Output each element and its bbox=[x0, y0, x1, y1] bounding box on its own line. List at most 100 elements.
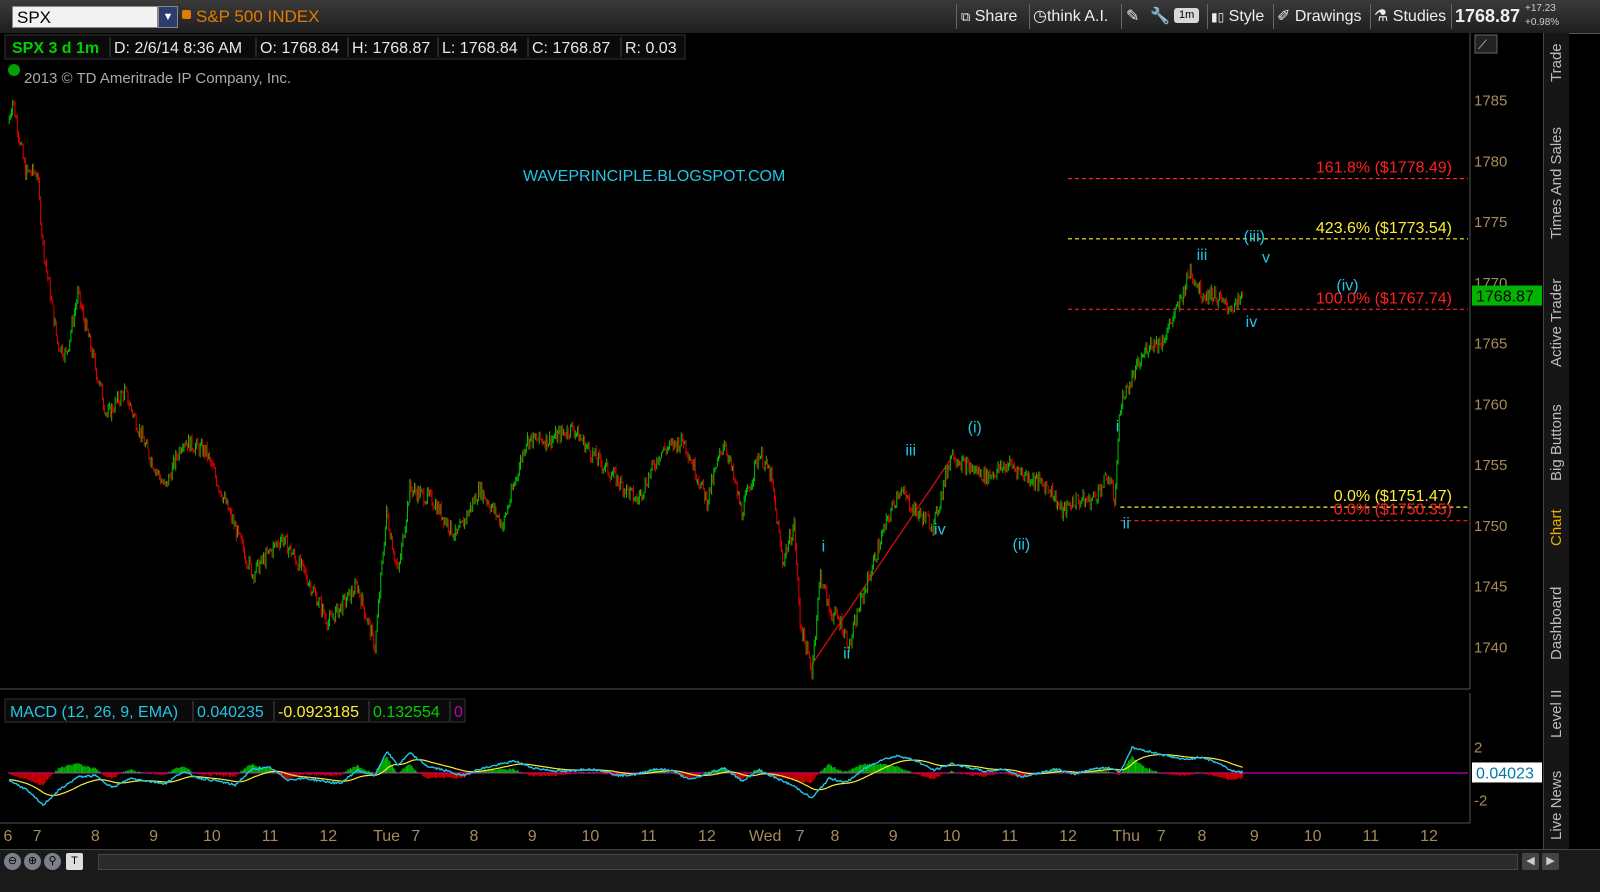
zoom-in-icon[interactable]: ⊕ bbox=[24, 853, 41, 870]
x-tick-label: 9 bbox=[149, 828, 158, 845]
draw-tool-icon: ✎ bbox=[1126, 8, 1140, 25]
divider bbox=[1207, 4, 1208, 29]
x-tick-label: 9 bbox=[1250, 828, 1259, 845]
copyright-text: 2013 © TD Ameritrade IP Company, Inc. bbox=[24, 70, 291, 87]
last-price-badge-label: 1768.87 bbox=[1476, 289, 1534, 306]
wrench-button[interactable]: 🔧 bbox=[1150, 5, 1170, 28]
top-toolbar: SPX ▼ S&P 500 INDEX ⧉ Share ◷think A.I. … bbox=[0, 0, 1600, 34]
wave-label: i bbox=[822, 539, 826, 556]
pencil-icon: ✐ bbox=[1277, 8, 1291, 25]
y-tick-label: 1755 bbox=[1474, 457, 1507, 474]
macd-zero: 0 bbox=[454, 704, 463, 721]
text-tool-icon[interactable]: T bbox=[66, 853, 83, 870]
time-scrollbar[interactable] bbox=[98, 854, 1518, 870]
think-ai-button[interactable]: ◷think A.I. bbox=[1033, 5, 1108, 28]
x-tick-label: 10 bbox=[582, 828, 600, 845]
candle-icon: ▮▯ bbox=[1211, 10, 1225, 24]
x-tick-label: Tue bbox=[373, 828, 400, 845]
macd-y-tick-label: 2 bbox=[1474, 739, 1482, 756]
chart-range: R: 0.03 bbox=[625, 40, 677, 57]
y-tick-label: 1745 bbox=[1474, 579, 1507, 596]
x-tick-label: Thu bbox=[1112, 828, 1140, 845]
drawings-button[interactable]: ✐ Drawings bbox=[1277, 5, 1362, 28]
tab-active-trader[interactable]: Active Trader bbox=[1544, 265, 1569, 380]
y-tick-label: 1765 bbox=[1474, 336, 1507, 353]
drawings-label: Drawings bbox=[1294, 8, 1362, 25]
x-tick-label: 7 bbox=[1157, 828, 1166, 845]
wave-label: (ii) bbox=[1012, 536, 1030, 553]
y-tick-label: 1760 bbox=[1474, 396, 1507, 413]
studies-button[interactable]: ⚗ Studies bbox=[1374, 5, 1446, 28]
tab-level-ii[interactable]: Level II bbox=[1544, 683, 1569, 745]
tab-live-news[interactable]: Live News bbox=[1544, 761, 1569, 849]
chevron-down-icon: ▼ bbox=[162, 11, 174, 23]
macd-y-tick-label: -2 bbox=[1474, 793, 1487, 810]
x-tick-label: Wed bbox=[749, 828, 782, 845]
tab-trade[interactable]: Trade bbox=[1544, 33, 1569, 93]
chart-settings-icon: ⟋ bbox=[1478, 38, 1488, 53]
x-tick-label: 11 bbox=[262, 828, 279, 845]
macd-value-badge-label: 0.04023 bbox=[1476, 765, 1534, 782]
y-tick-label: 1740 bbox=[1474, 640, 1507, 657]
scroll-left-icon[interactable]: ◀ bbox=[1522, 853, 1539, 870]
scroll-right-icon[interactable]: ▶ bbox=[1542, 853, 1559, 870]
y-tick-label: 1750 bbox=[1474, 518, 1507, 535]
interval-button[interactable]: 1m bbox=[1174, 8, 1200, 23]
y-tick-label: 1775 bbox=[1474, 214, 1507, 231]
macd-diff: 0.132554 bbox=[373, 704, 440, 721]
symbol-input[interactable]: SPX bbox=[12, 6, 158, 28]
x-tick-label: 12 bbox=[1420, 828, 1438, 845]
style-label: Style bbox=[1228, 8, 1265, 25]
wave-label: (iv) bbox=[1336, 277, 1358, 294]
x-tick-label: 10 bbox=[943, 828, 961, 845]
side-tab-bar: Trade Times And Sales Active Trader Big … bbox=[1543, 33, 1569, 849]
y-tick-label: 1780 bbox=[1474, 153, 1507, 170]
x-tick-label: 6 bbox=[4, 828, 13, 845]
share-label: Share bbox=[974, 8, 1018, 25]
wave-label: (i) bbox=[968, 420, 982, 437]
x-tick-label: 8 bbox=[469, 828, 478, 845]
style-button[interactable]: ▮▯ Style bbox=[1211, 5, 1264, 28]
chart-open: O: 1768.84 bbox=[260, 40, 339, 57]
divider bbox=[1370, 4, 1371, 29]
x-tick-label: 11 bbox=[1363, 828, 1380, 845]
divider bbox=[1121, 4, 1122, 29]
macd-avg: -0.0923185 bbox=[278, 704, 359, 721]
x-tick-label: 7 bbox=[411, 828, 420, 845]
x-tick-label: 8 bbox=[1197, 828, 1206, 845]
tab-times-and-sales[interactable]: Times And Sales bbox=[1544, 113, 1569, 253]
symbol-dropdown-button[interactable]: ▼ bbox=[158, 6, 178, 28]
change-points: +17.23 bbox=[1525, 3, 1556, 14]
divider bbox=[956, 4, 957, 29]
price-chart[interactable]: SPX 3 d 1m D: 2/6/14 8:36 AM O: 1768.84 … bbox=[0, 33, 1543, 849]
wave-label: iii bbox=[1197, 247, 1208, 264]
x-tick-label: 11 bbox=[1001, 828, 1018, 845]
tab-big-buttons[interactable]: Big Buttons bbox=[1544, 393, 1569, 493]
magnifier-icon[interactable]: ⚲ bbox=[44, 853, 61, 870]
drawing-tools-button[interactable]: ✎ bbox=[1126, 5, 1139, 28]
x-tick-label: 7 bbox=[33, 828, 42, 845]
wave-label: iv bbox=[934, 522, 946, 539]
divider bbox=[1029, 4, 1030, 29]
x-tick-label: 12 bbox=[1059, 828, 1077, 845]
chart-close: C: 1768.87 bbox=[532, 40, 610, 57]
wrench-icon: 🔧 bbox=[1150, 8, 1170, 25]
macd-label: MACD (12, 26, 9, EMA) bbox=[10, 704, 178, 721]
status-icon bbox=[8, 64, 20, 76]
x-tick-label: 10 bbox=[1304, 828, 1322, 845]
divider bbox=[1273, 4, 1274, 29]
wave-label: (iii) bbox=[1244, 229, 1265, 246]
share-button[interactable]: ⧉ Share bbox=[961, 5, 1017, 28]
x-tick-label: 12 bbox=[319, 828, 337, 845]
wave-label: iii bbox=[905, 443, 916, 460]
wave-label: i bbox=[1116, 418, 1120, 435]
x-tick-label: 8 bbox=[91, 828, 100, 845]
chart-high: H: 1768.87 bbox=[352, 40, 430, 57]
fib-level-label: 161.8% ($1778.49) bbox=[1316, 160, 1452, 177]
x-tick-label: 10 bbox=[203, 828, 221, 845]
bottom-toolbar: ⊖ ⊕ ⚲ T ◀ ▶ bbox=[0, 849, 1600, 892]
zoom-out-icon[interactable]: ⊖ bbox=[4, 853, 21, 870]
x-tick-label: 8 bbox=[831, 828, 840, 845]
tab-chart[interactable]: Chart bbox=[1544, 503, 1569, 553]
tab-dashboard[interactable]: Dashboard bbox=[1544, 573, 1569, 673]
